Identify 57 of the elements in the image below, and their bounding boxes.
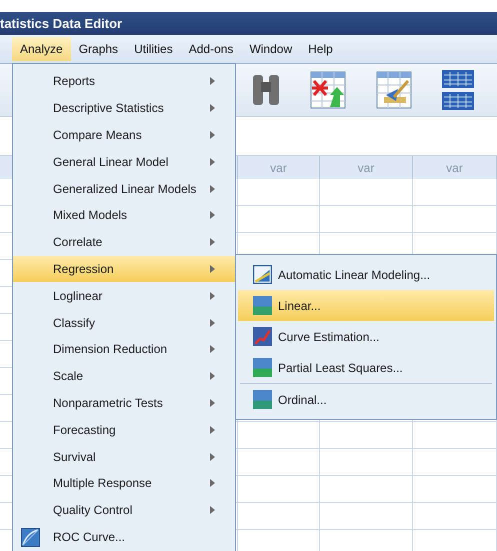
menu-item[interactable]: Automatic Linear Modeling... — [238, 259, 494, 290]
insert-cases-icon[interactable] — [310, 71, 346, 109]
menu-bar-item[interactable]: Graphs — [70, 37, 126, 61]
procedure-icon — [253, 390, 272, 409]
menu-item[interactable]: Correlate — [13, 228, 235, 256]
insert-variable-icon[interactable] — [376, 71, 412, 109]
submenu-arrow-icon — [210, 426, 215, 434]
submenu-arrow-icon — [210, 479, 215, 488]
menu-item[interactable]: Ordinal... — [238, 384, 494, 415]
submenu-arrow-icon — [210, 77, 215, 86]
window-title: tatistics Data Editor — [0, 12, 497, 35]
menu-bar-item[interactable]: Utilities — [126, 37, 181, 61]
submenu-arrow-icon — [210, 372, 215, 380]
menu-item[interactable]: Partial Least Squares... — [238, 352, 494, 383]
menu-item[interactable]: Survival — [13, 443, 235, 470]
menu-item[interactable]: ROC Curve... — [13, 524, 235, 550]
submenu-arrow-icon — [210, 130, 215, 139]
submenu-arrow-icon — [210, 238, 215, 246]
chart-icon — [253, 265, 272, 284]
submenu-arrow-icon — [210, 292, 215, 300]
submenu-arrow-icon — [210, 398, 215, 407]
submenu-arrow-icon — [210, 318, 215, 327]
submenu-arrow-icon — [210, 104, 215, 112]
menu-bar-item[interactable]: Analyze — [12, 37, 71, 61]
submenu-arrow-icon — [210, 184, 215, 193]
submenu-arrow-icon — [210, 345, 215, 354]
submenu-arrow-icon — [210, 158, 215, 166]
menu-item[interactable]: Generalized Linear Models — [13, 175, 235, 202]
curve-chart-icon — [253, 327, 272, 346]
menu-item[interactable]: Dimension Reduction — [13, 336, 235, 363]
menu-item[interactable]: Compare Means — [13, 122, 235, 148]
menu-bar-item[interactable]: Window — [241, 37, 300, 61]
submenu-arrow-icon — [210, 506, 215, 514]
menu-bar-item[interactable]: Add-ons — [180, 37, 242, 61]
menu-item[interactable]: Scale — [13, 362, 235, 390]
menu-item[interactable]: Curve Estimation... — [238, 321, 494, 352]
menu-item[interactable]: Loglinear — [13, 282, 235, 310]
menu-bar-item[interactable]: Help — [300, 37, 341, 61]
procedure-icon — [253, 296, 272, 315]
menu-item[interactable]: Quality Control — [13, 496, 235, 524]
menu-item[interactable]: Linear... — [238, 290, 494, 321]
menu-item[interactable]: Forecasting — [13, 416, 235, 444]
submenu-arrow-icon — [210, 264, 215, 273]
menu-item[interactable]: Regression — [13, 256, 235, 282]
binoculars-icon[interactable] — [252, 73, 280, 107]
procedure-icon — [253, 358, 272, 377]
submenu-arrow-icon — [210, 452, 215, 461]
menu-item[interactable]: Mixed Models — [13, 202, 235, 229]
submenu-arrow-icon — [210, 211, 215, 220]
menu-item[interactable]: Nonparametric Tests — [13, 390, 235, 416]
curve-icon — [21, 528, 40, 547]
split-grid-icon[interactable] — [442, 70, 474, 110]
menu-item[interactable]: General Linear Model — [13, 148, 235, 176]
menu-item[interactable]: Multiple Response — [13, 470, 235, 497]
menu-item[interactable]: Classify — [13, 309, 235, 336]
menu-item[interactable]: Descriptive Statistics — [13, 94, 235, 122]
menu-item[interactable]: Reports — [13, 68, 235, 95]
